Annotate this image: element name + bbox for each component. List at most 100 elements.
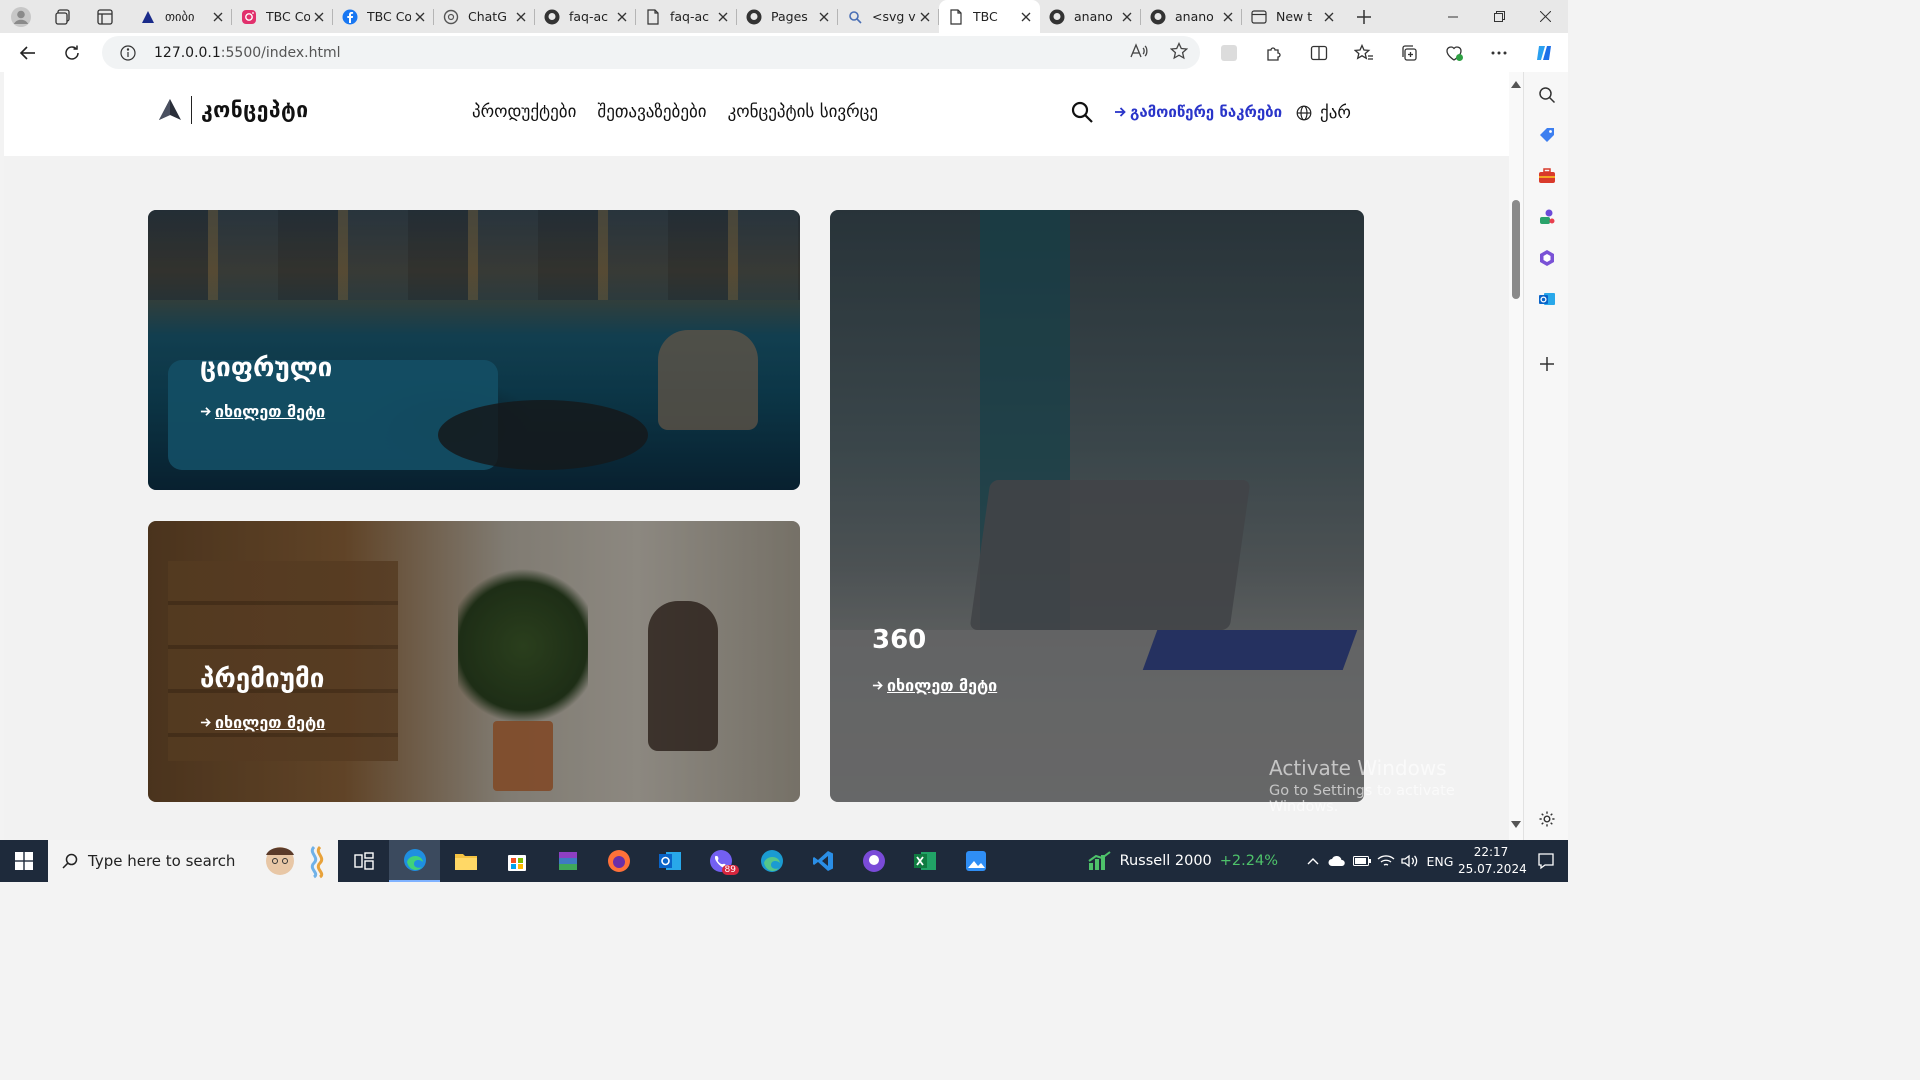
github-desktop-icon[interactable] — [848, 840, 899, 882]
favorite-star-icon[interactable] — [1169, 41, 1189, 64]
back-button[interactable] — [6, 33, 50, 72]
viber-icon[interactable]: 89 — [695, 840, 746, 882]
favorites-icon[interactable] — [1341, 33, 1386, 72]
close-icon[interactable] — [513, 9, 529, 25]
scroll-down-icon[interactable] — [1510, 818, 1522, 830]
scrollbar-thumb[interactable] — [1512, 200, 1520, 299]
refresh-button[interactable] — [50, 33, 94, 72]
read-aloud-icon[interactable] — [1130, 42, 1148, 63]
chevron-up-icon[interactable] — [1302, 857, 1324, 865]
close-icon[interactable] — [614, 9, 630, 25]
taskbar-search[interactable]: Type here to search — [48, 840, 338, 882]
scroll-up-icon[interactable] — [1510, 78, 1522, 90]
tab-active[interactable]: TBC — [939, 0, 1040, 33]
clock[interactable]: 22:17 25.07.2024 — [1458, 844, 1527, 878]
close-icon[interactable] — [412, 9, 428, 25]
close-icon[interactable] — [311, 9, 327, 25]
vertical-tabs-icon[interactable] — [84, 0, 126, 33]
minimize-icon[interactable] — [1430, 0, 1476, 33]
language-switch[interactable]: ქარ — [1296, 103, 1351, 123]
tab[interactable]: anano — [1040, 0, 1141, 33]
sidebar-search-icon[interactable] — [1536, 84, 1558, 106]
tab[interactable]: faq-ac — [535, 0, 636, 33]
add-sidebar-app-icon[interactable] — [1536, 353, 1558, 375]
tab[interactable]: <svg v — [838, 0, 939, 33]
input-language[interactable]: ENG — [1422, 854, 1458, 869]
restore-icon[interactable] — [1476, 0, 1522, 33]
start-button[interactable] — [0, 840, 48, 882]
outlook-icon[interactable] — [1536, 288, 1558, 310]
nav-item-offers[interactable]: შეთავაზებები — [597, 102, 706, 122]
close-icon[interactable] — [1321, 9, 1337, 25]
split-screen-icon[interactable] — [1296, 33, 1341, 72]
see-more-link[interactable]: იხილეთ მეტი — [872, 676, 997, 695]
outlook-taskbar-icon[interactable] — [644, 840, 695, 882]
see-more-label: იხილეთ მეტი — [215, 402, 326, 421]
close-icon[interactable] — [1119, 9, 1135, 25]
close-icon[interactable] — [1220, 9, 1236, 25]
microsoft-store-icon[interactable] — [491, 840, 542, 882]
tab[interactable]: ChatG — [434, 0, 535, 33]
ticker-change: +2.24% — [1219, 853, 1278, 869]
games-icon[interactable] — [1536, 206, 1558, 228]
address-bar[interactable]: 127.0.0.1:5500/index.html — [102, 36, 1200, 69]
see-more-link[interactable]: იხილეთ მეტი — [200, 713, 325, 732]
edge-dev-icon[interactable] — [746, 840, 797, 882]
microsoft365-icon[interactable] — [1536, 247, 1558, 269]
file-explorer-icon[interactable] — [440, 840, 491, 882]
sidebar-settings-icon[interactable] — [1536, 808, 1558, 830]
vscode-icon[interactable] — [797, 840, 848, 882]
stock-widget[interactable]: Russell 2000 +2.24% — [1087, 851, 1278, 871]
firefox-icon[interactable] — [593, 840, 644, 882]
extension-placeholder-icon[interactable] — [1206, 33, 1251, 72]
tab[interactable]: New t — [1242, 0, 1343, 33]
page-scrollbar[interactable] — [1509, 72, 1523, 840]
copilot-icon[interactable] — [1521, 33, 1566, 72]
browser-essentials-icon[interactable] — [1431, 33, 1476, 72]
workspaces-icon[interactable] — [42, 0, 84, 33]
close-icon[interactable] — [1018, 9, 1034, 25]
extensions-puzzle-icon[interactable] — [1251, 33, 1296, 72]
close-icon[interactable] — [715, 9, 731, 25]
shopping-tag-icon[interactable] — [1536, 124, 1558, 146]
notifications-icon[interactable] — [1524, 852, 1568, 870]
onedrive-icon[interactable] — [1324, 855, 1350, 867]
edge-taskbar-icon[interactable] — [389, 840, 440, 882]
document-icon — [948, 8, 964, 25]
site-search-icon[interactable] — [1070, 100, 1094, 124]
tab[interactable]: თიბი — [131, 0, 232, 33]
tab[interactable]: TBC Co — [333, 0, 434, 33]
site-info-icon[interactable] — [102, 44, 154, 61]
apply-package-link[interactable]: გამოიწერე ნაკრები — [1114, 103, 1282, 121]
wifi-icon[interactable] — [1374, 854, 1398, 868]
volume-icon[interactable] — [1398, 854, 1422, 868]
new-tab-button[interactable] — [1343, 0, 1385, 33]
card-360[interactable]: 360 იხილეთ მეტი — [830, 210, 1364, 802]
window-close-icon[interactable] — [1522, 0, 1568, 33]
tab-label: <svg v — [872, 9, 916, 24]
close-icon[interactable] — [210, 9, 226, 25]
task-view-icon[interactable] — [338, 840, 389, 882]
tab[interactable]: faq-ac — [636, 0, 737, 33]
card-digital[interactable]: ციფრული იხილეთ მეტი — [148, 210, 800, 490]
search-icon — [847, 9, 863, 25]
profile-icon[interactable] — [0, 0, 42, 33]
card-premium[interactable]: პრემიუმი იხილეთ მეტი — [148, 521, 800, 802]
tools-briefcase-icon[interactable] — [1536, 165, 1558, 187]
tbc-logo-icon — [140, 9, 156, 25]
close-icon[interactable] — [917, 9, 933, 25]
more-options-icon[interactable] — [1476, 33, 1521, 72]
tab[interactable]: Pages — [737, 0, 838, 33]
nav-item-concept-space[interactable]: კონცეპტის სივრცე — [728, 102, 878, 122]
tab[interactable]: TBC Co — [232, 0, 333, 33]
battery-icon[interactable] — [1350, 856, 1374, 866]
site-logo[interactable]: კონცეპტი — [158, 96, 309, 124]
photos-icon[interactable] — [950, 840, 1001, 882]
tab[interactable]: anano — [1141, 0, 1242, 33]
nav-item-products[interactable]: პროდუქტები — [472, 102, 576, 122]
winrar-icon[interactable] — [542, 840, 593, 882]
excel-icon[interactable] — [899, 840, 950, 882]
see-more-link[interactable]: იხილეთ მეტი — [200, 402, 325, 421]
close-icon[interactable] — [816, 9, 832, 25]
collections-icon[interactable] — [1386, 33, 1431, 72]
